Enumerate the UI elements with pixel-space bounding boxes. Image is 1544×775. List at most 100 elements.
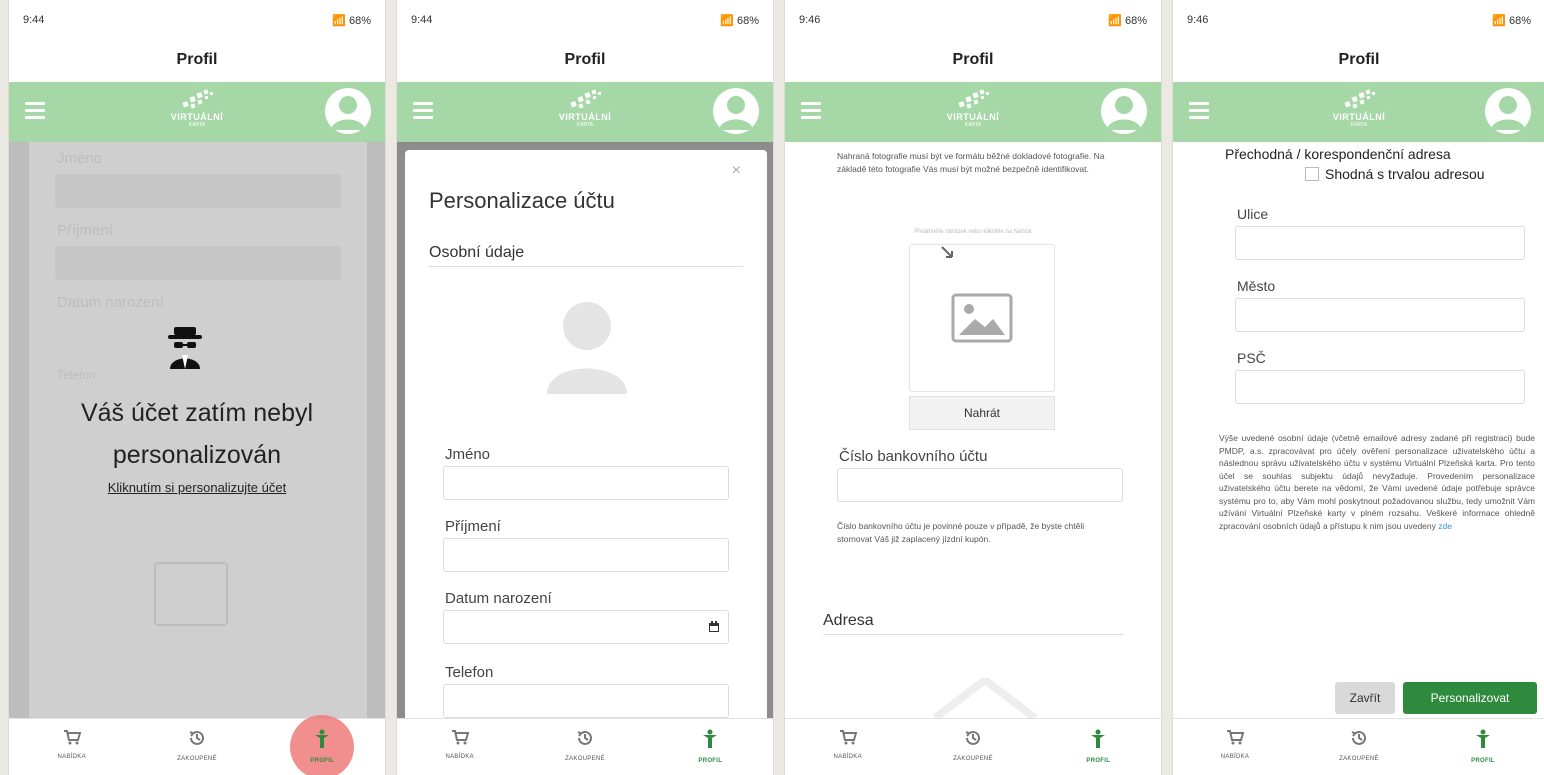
bank-account-input[interactable]	[837, 468, 1123, 502]
clock: 9:44	[411, 14, 433, 26]
label-bank-account: Číslo bankovního účtu	[839, 448, 988, 465]
logo-dots-icon	[1344, 89, 1375, 109]
bg-input	[55, 246, 341, 280]
upload-button[interactable]: Nahrát	[909, 396, 1055, 430]
bottom-nav: NABÍDKA ZAKOUPENÉ PROFIL	[397, 718, 773, 775]
bg-input	[55, 174, 341, 208]
nav-offer[interactable]: NABÍDKA	[397, 719, 522, 775]
nav-label: ZAKOUPENÉ	[953, 756, 993, 762]
status-bar: 9:46 📶 68%	[1173, 0, 1544, 40]
avatar[interactable]	[1485, 88, 1531, 134]
cart-icon	[63, 729, 81, 750]
avatar[interactable]	[1101, 88, 1147, 134]
first-name-input[interactable]	[443, 466, 729, 500]
bank-account-note: Číslo bankovního účtu je povinné pouze v…	[837, 521, 1085, 544]
bottom-nav: NABÍDKA ZAKOUPENÉ PROFIL	[9, 715, 385, 775]
top-bar: VIRTUÁLNÍ KARTA	[9, 82, 385, 142]
gdpr-text: Výše uvedené osobní údaje (včetně emailo…	[1219, 433, 1535, 531]
status-bar: 9:46 📶 68%	[785, 0, 1161, 40]
nav-offer[interactable]: NABÍDKA	[1173, 719, 1297, 775]
same-address-checkbox-row[interactable]: Shodná s trvalou adresou	[1305, 166, 1485, 182]
logo-text: VIRTUÁLNÍ	[170, 112, 224, 122]
bottom-nav: NABÍDKA ZAKOUPENÉ PROFIL	[1173, 718, 1544, 775]
phone-screen-1: 9:44 📶 68% Profil VIRTUÁLNÍ KARTA Jméno …	[8, 0, 386, 775]
phone-screen-3: 9:46 📶 68% Profil VIRTUÁLNÍ KARTA Nahran…	[784, 0, 1162, 775]
nav-label: PROFIL	[1471, 758, 1495, 764]
menu-icon[interactable]	[25, 102, 45, 123]
phone-input[interactable]	[443, 684, 729, 718]
label-phone: Telefon	[445, 664, 494, 681]
avatar[interactable]	[713, 88, 759, 134]
cart-icon	[839, 729, 857, 750]
menu-icon[interactable]	[413, 102, 433, 123]
gdpr-link[interactable]: zde	[1438, 521, 1452, 531]
bg-label-phone: Telefon	[57, 368, 96, 382]
history-icon	[1350, 729, 1368, 752]
personalize-button[interactable]: Personalizovat	[1403, 682, 1537, 714]
photo-drop-zone[interactable]	[909, 244, 1055, 392]
user-silhouette-icon	[547, 302, 627, 394]
logo-subtext: KARTA	[576, 122, 594, 128]
history-icon	[576, 729, 594, 752]
same-address-checkbox[interactable]	[1305, 167, 1319, 181]
user-icon	[719, 96, 753, 130]
nav-label: NABÍDKA	[445, 754, 474, 760]
person-icon	[1475, 729, 1491, 754]
nav-offer[interactable]: NABÍDKA	[785, 719, 910, 775]
cart-icon	[451, 729, 469, 750]
nav-purchased[interactable]: ZAKOUPENÉ	[910, 719, 1035, 775]
battery-indicator: 📶 68%	[332, 14, 371, 27]
bg-image-placeholder-icon	[154, 562, 228, 626]
nav-profile[interactable]: PROFIL	[1421, 719, 1544, 775]
nav-profile[interactable]: PROFIL	[1036, 719, 1161, 775]
label-street: Ulice	[1237, 206, 1269, 222]
modal-title: Personalizace účtu	[429, 188, 615, 213]
label-city: Město	[1237, 278, 1276, 294]
top-bar: VIRTUÁLNÍ KARTA	[397, 82, 773, 142]
app-logo: VIRTUÁLNÍ KARTA	[938, 88, 1008, 136]
nav-label: ZAKOUPENÉ	[1339, 756, 1379, 762]
clock: 9:46	[799, 14, 821, 26]
logo-dots-icon	[570, 89, 601, 109]
avatar[interactable]	[325, 88, 371, 134]
menu-icon[interactable]	[801, 102, 821, 123]
logo-subtext: KARTA	[964, 122, 982, 128]
close-button[interactable]: Zavřít	[1335, 682, 1395, 714]
user-icon	[1491, 96, 1525, 130]
surname-input[interactable]	[443, 538, 729, 572]
nav-label: PROFIL	[698, 758, 723, 764]
app-title: Profil	[1338, 51, 1380, 68]
close-icon[interactable]: ×	[732, 162, 741, 180]
nav-purchased[interactable]: ZAKOUPENÉ	[134, 719, 259, 775]
logo-text: VIRTUÁLNÍ	[558, 112, 612, 122]
user-icon	[331, 96, 365, 130]
nav-offer[interactable]: NABÍDKA	[9, 719, 134, 775]
birth-date-input[interactable]	[443, 610, 729, 644]
street-input[interactable]	[1235, 226, 1525, 260]
label-postal-code: PSČ	[1237, 350, 1266, 366]
nav-label: ZAKOUPENÉ	[177, 756, 217, 762]
nav-label: NABÍDKA	[1220, 754, 1250, 760]
person-icon	[1090, 729, 1106, 754]
nav-purchased[interactable]: ZAKOUPENÉ	[522, 719, 647, 775]
same-address-label: Shodná s trvalou adresou	[1325, 166, 1485, 182]
photo-placeholder	[545, 298, 629, 394]
nav-label: ZAKOUPENÉ	[565, 756, 605, 762]
city-input[interactable]	[1235, 298, 1525, 332]
nav-label: PROFIL	[310, 758, 335, 764]
nav-profile[interactable]: PROFIL	[260, 715, 385, 775]
history-icon	[188, 729, 206, 752]
section-title: Osobní údaje	[429, 244, 525, 261]
top-bar: VIRTUÁLNÍ KARTA	[1173, 82, 1544, 142]
clock: 9:46	[1187, 14, 1209, 26]
nav-profile[interactable]: PROFIL	[648, 719, 773, 775]
arrow-cursor-icon	[941, 246, 953, 258]
nav-purchased[interactable]: ZAKOUPENÉ	[1297, 719, 1421, 775]
menu-icon[interactable]	[1189, 102, 1209, 123]
history-icon	[964, 729, 982, 752]
phone-screen-4: 9:46 📶 68% Profil VIRTUÁLNÍ KARTA Přecho…	[1172, 0, 1544, 775]
personalization-modal: × Personalizace účtu Osobní údaje Jméno …	[405, 150, 767, 718]
postal-code-input[interactable]	[1235, 370, 1525, 404]
house-icon	[932, 678, 1038, 718]
personalize-link[interactable]: Kliknutím si personalizujte účet	[9, 480, 385, 495]
